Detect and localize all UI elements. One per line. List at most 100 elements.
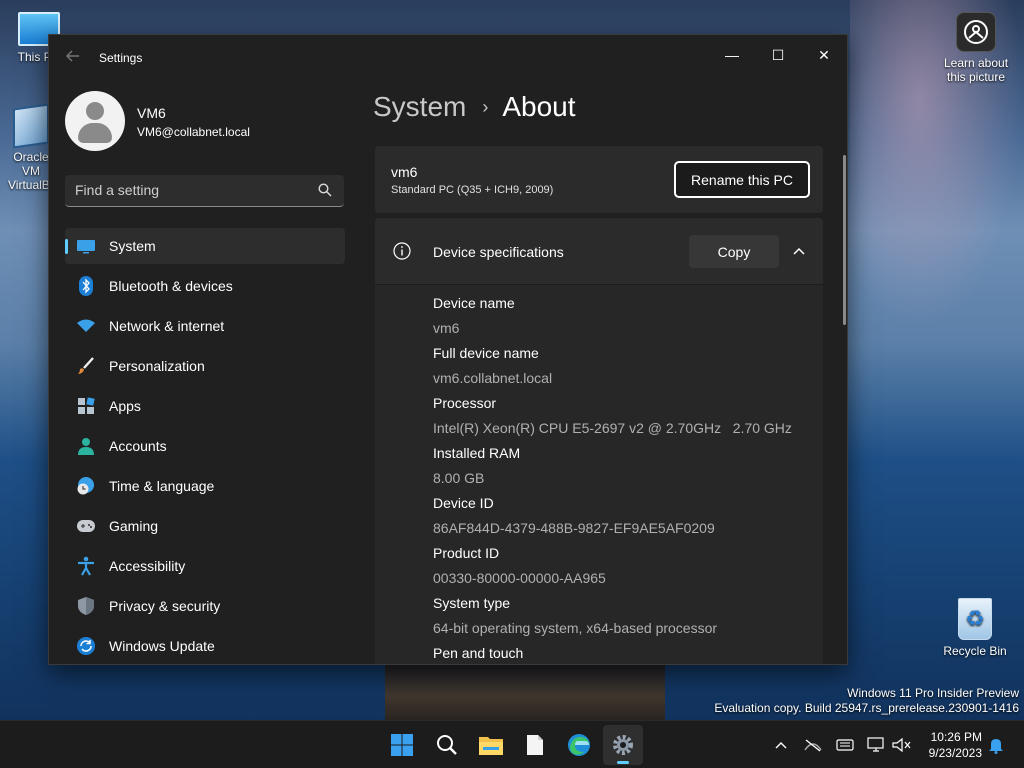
sidebar-item-label: Privacy & security (109, 598, 221, 614)
breadcrumb: System › About (373, 91, 576, 123)
back-button[interactable] (63, 49, 83, 69)
spec-label: Pen and touch (433, 645, 524, 661)
accounts-icon (76, 436, 96, 456)
sidebar-item-label: Windows Update (109, 638, 215, 654)
taskbar-notepad[interactable] (515, 725, 555, 765)
sidebar-item-accounts[interactable]: Accounts (65, 428, 345, 464)
sidebar-item-label: Gaming (109, 518, 159, 534)
wallpaper-pier (385, 660, 665, 720)
spec-row: System type 64-bit operating system, x64-… (433, 594, 792, 644)
sidebar-item-label: Accounts (109, 438, 167, 454)
file-explorer-icon (479, 737, 503, 755)
spec-value: 64-bit operating system, x64-based proce… (433, 620, 718, 636)
taskbar: 10:26 PM 9/23/2023 (0, 720, 1024, 768)
copy-button[interactable]: Copy (689, 235, 779, 268)
notification-icon[interactable] (986, 735, 1006, 755)
taskbar-settings[interactable] (603, 725, 643, 765)
gamepad-icon (76, 516, 96, 536)
avatar-head (86, 102, 104, 120)
close-button[interactable]: ✕ (801, 41, 847, 69)
clock-date: 9/23/2023 (928, 746, 982, 760)
spec-row: Full device name vm6.collabnet.local (433, 344, 792, 394)
system-icon (76, 236, 96, 256)
profile-email: VM6@collabnet.local (137, 125, 250, 139)
device-specifications-title: Device specifications (433, 244, 564, 260)
settings-window: Settings — ☐ ✕ VM6 VM6@collabnet.local S… (48, 34, 848, 665)
scrollbar[interactable] (843, 155, 846, 325)
spec-value: 86AF844D-4379-488B-9827-EF9AE5AF0209 (433, 520, 715, 536)
clock-globe-icon (76, 476, 96, 496)
network-icon[interactable] (803, 735, 823, 755)
desktop-icon-label: Learn about this picture (943, 56, 1009, 84)
spec-value: Intel(R) Xeon(R) CPU E5-2697 v2 @ 2.70GH… (433, 420, 792, 436)
device-specifications-panel: Device specifications Copy Device name vm… (375, 218, 823, 664)
sidebar-item-personalization[interactable]: Personalization (65, 348, 345, 384)
sidebar-nav: System Bluetooth & devices Network & int… (65, 228, 345, 664)
volume-icon[interactable] (892, 735, 912, 755)
sidebar-item-time-language[interactable]: Time & language (65, 468, 345, 504)
bluetooth-icon (76, 276, 96, 296)
breadcrumb-parent-link[interactable]: System (373, 91, 466, 123)
search-box[interactable] (65, 175, 344, 207)
user-profile[interactable]: VM6 VM6@collabnet.local (65, 91, 355, 151)
taskbar-edge[interactable] (559, 725, 599, 765)
chevron-up-icon[interactable] (789, 241, 809, 261)
desktop-icon-recycle-bin[interactable]: ♻ Recycle Bin (940, 598, 1010, 658)
minimize-button[interactable]: — (709, 41, 755, 69)
device-specifications-list: Device name vm6 Full device name vm6.colla… (433, 294, 792, 664)
taskbar-file-explorer[interactable] (471, 725, 511, 765)
settings-icon (613, 735, 633, 755)
pc-name-card: vm6 Standard PC (Q35 + ICH9, 2009) Renam… (375, 146, 823, 213)
spec-value: vm6 (433, 320, 460, 336)
page-title: About (502, 91, 576, 122)
avatar-body (78, 123, 112, 143)
sidebar-item-label: System (109, 238, 156, 254)
window-title: Settings (99, 51, 143, 65)
sidebar-item-label: Apps (109, 398, 141, 414)
desktop-icon-learn-picture[interactable]: Learn about this picture (940, 12, 1012, 84)
sidebar-item-label: Time & language (109, 478, 215, 494)
maximize-button[interactable]: ☐ (755, 41, 801, 69)
spec-label: Installed RAM (433, 445, 521, 461)
watermark-line: Windows 11 Pro Insider Preview (847, 686, 1019, 700)
sidebar-item-label: Bluetooth & devices (109, 278, 233, 294)
sidebar-item-bluetooth[interactable]: Bluetooth & devices (65, 268, 345, 304)
taskbar-search-button[interactable] (427, 725, 467, 765)
accessibility-icon (76, 556, 96, 576)
search-icon (437, 735, 457, 755)
clock[interactable]: 10:26 PM 9/23/2023 (924, 729, 982, 761)
search-icon[interactable] (318, 183, 332, 197)
pc-model: Standard PC (Q35 + ICH9, 2009) (391, 184, 554, 196)
spec-row: Device name vm6 (433, 294, 792, 344)
start-button[interactable] (382, 725, 422, 765)
search-input[interactable] (65, 175, 305, 205)
spec-row: Installed RAM 8.00 GB (433, 444, 792, 494)
spec-row: Pen and touch (433, 644, 792, 664)
sidebar-item-apps[interactable]: Apps (65, 388, 345, 424)
display-icon[interactable] (866, 735, 886, 755)
sidebar-item-privacy-security[interactable]: Privacy & security (65, 588, 345, 624)
title-bar[interactable]: Settings — ☐ ✕ (49, 35, 847, 81)
chevron-up-icon[interactable] (771, 735, 791, 755)
sidebar-item-accessibility[interactable]: Accessibility (65, 548, 345, 584)
recycle-bin-icon: ♻ (958, 598, 992, 640)
sidebar-item-system[interactable]: System (65, 228, 345, 264)
avatar (65, 91, 125, 151)
device-specifications-header[interactable]: Device specifications Copy (375, 218, 823, 285)
sidebar-item-windows-update[interactable]: Windows Update (65, 628, 345, 664)
sidebar-item-label: Accessibility (109, 558, 186, 574)
edge-icon (568, 734, 590, 756)
notepad-icon (527, 735, 543, 755)
spec-value: vm6.collabnet.local (433, 370, 553, 386)
keyboard-icon[interactable] (835, 735, 855, 755)
spec-value: 00330-80000-00000-AA965 (433, 570, 606, 586)
start-icon (391, 734, 413, 756)
pc-name: vm6 (391, 164, 418, 180)
chevron-right-icon: › (482, 96, 489, 117)
sidebar-item-gaming[interactable]: Gaming (65, 508, 345, 544)
spec-label: Product ID (433, 545, 500, 561)
clock-time: 10:26 PM (930, 730, 982, 744)
rename-pc-button[interactable]: Rename this PC (674, 161, 810, 198)
sidebar-item-network[interactable]: Network & internet (65, 308, 345, 344)
spec-label: Device name (433, 295, 515, 311)
